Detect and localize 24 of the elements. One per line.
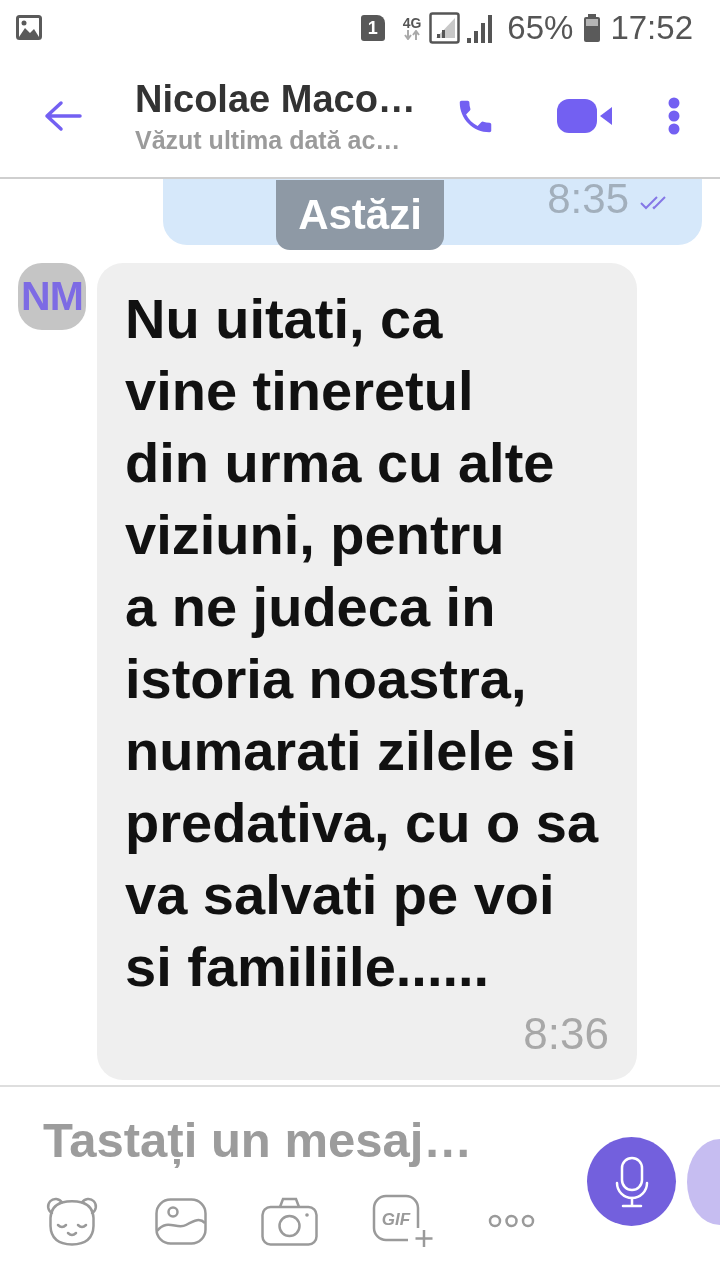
contact-avatar: NM — [18, 263, 86, 330]
more-icon[interactable] — [488, 1214, 535, 1228]
gallery-icon[interactable] — [155, 1197, 207, 1245]
message-time: 8:35 — [547, 179, 629, 219]
sim-indicator: 1 — [360, 14, 385, 41]
message-input[interactable]: Tastați un mesaj… — [43, 1105, 580, 1175]
camera-icon[interactable] — [261, 1196, 318, 1246]
message-text: Nu uitati, ca vine tineretul din urma cu alte viziuni, pentru a ne judeca in istoria noastra, numarati zilele si predativa, cu o sa va salvati pe voi si familiile...... — [125, 286, 600, 1000]
video-camera-icon[interactable] — [557, 99, 612, 133]
last-seen-status: Văzut ultima dată ac… — [135, 125, 402, 155]
date-separator: Astăzi — [276, 180, 444, 250]
network-type: 4G — [402, 15, 422, 30]
data-arrows-icon — [404, 29, 420, 40]
phone-icon[interactable] — [458, 98, 493, 134]
back-icon[interactable] — [44, 100, 82, 132]
signal-box-icon — [429, 11, 461, 44]
message-time: 8:36 — [523, 1010, 609, 1058]
battery-percent: 65% — [507, 8, 574, 47]
microphone-icon — [613, 1155, 650, 1208]
more-options-icon[interactable] — [668, 97, 680, 135]
battery-icon — [583, 13, 602, 42]
picture-icon — [16, 15, 42, 40]
clock-time: 17:52 — [610, 8, 693, 47]
contact-name[interactable]: Nicolae Maco… — [135, 77, 435, 121]
